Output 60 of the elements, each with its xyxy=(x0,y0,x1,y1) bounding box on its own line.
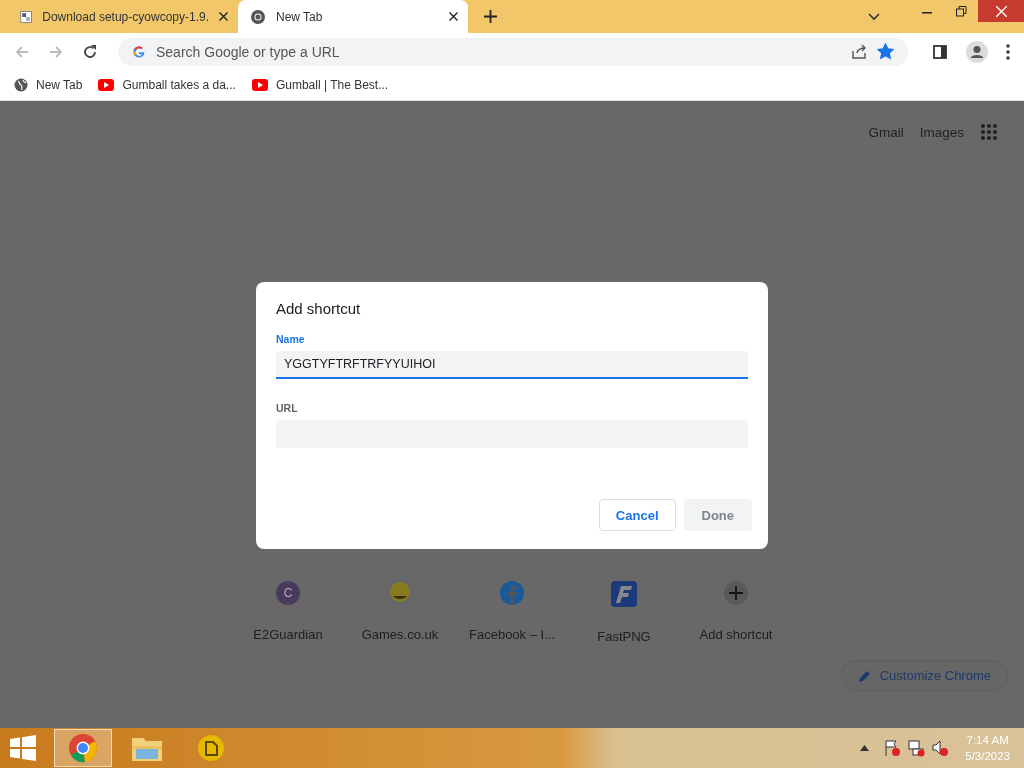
field-label: Name xyxy=(276,333,306,345)
page-icon xyxy=(20,8,33,25)
star-icon[interactable] xyxy=(877,43,894,60)
close-icon[interactable] xyxy=(219,12,228,21)
apps-grid-icon[interactable] xyxy=(980,123,998,141)
google-icon xyxy=(132,44,146,59)
bookmark-title: Gumball | The Best... xyxy=(275,78,389,92)
share-icon[interactable] xyxy=(851,43,867,60)
play-icon xyxy=(98,79,115,91)
close-window-button[interactable] xyxy=(978,0,1024,22)
dialog-button[interactable]: Cancel xyxy=(598,499,676,531)
shortcut-title: Add shortcut xyxy=(699,627,773,642)
shortcut-title: Games.co.uk xyxy=(361,627,439,642)
bookmark-item[interactable]: Gumball | The Best... xyxy=(251,78,389,92)
chrome-icon xyxy=(250,8,266,25)
bookmark-item[interactable]: Gumball takes a da... xyxy=(98,78,236,92)
menu-icon[interactable] xyxy=(1006,43,1010,60)
tab-title: Download setup-cyowcopy-1.9. xyxy=(42,9,209,24)
close-icon xyxy=(995,5,1007,17)
windows-logo-icon[interactable] xyxy=(10,735,36,761)
top-link[interactable]: Images xyxy=(919,124,964,140)
taskbar-app[interactable] xyxy=(54,729,112,767)
pencil-icon xyxy=(857,668,872,683)
tab-search-icon[interactable] xyxy=(868,12,880,21)
address-input[interactable]: Search Google or type a URL xyxy=(156,43,456,60)
clock-time: 7:14 AM xyxy=(966,733,1009,748)
clock-date: 5/3/2023 xyxy=(965,749,1010,764)
side-panel-icon[interactable] xyxy=(932,43,948,60)
address-bar[interactable]: Search Google or type a URL xyxy=(118,37,908,66)
shortcut-title: Facebook – I... xyxy=(469,627,555,642)
dialog-title: Add shortcut xyxy=(276,300,362,317)
app-icon xyxy=(197,734,225,762)
reload-icon[interactable] xyxy=(82,43,98,60)
flag-icon[interactable] xyxy=(883,739,902,757)
new-tab-icon[interactable] xyxy=(484,10,497,23)
chrome-icon xyxy=(68,733,98,763)
shortcut-tile[interactable]: Add shortcut xyxy=(680,573,792,644)
bookmark-item[interactable]: New Tab xyxy=(14,78,83,92)
letter-icon: C xyxy=(276,581,300,605)
bookmark-title: New Tab xyxy=(36,78,83,92)
shortcut-title: FastPNG xyxy=(597,629,651,644)
tab-title: New Tab xyxy=(276,9,324,24)
shortcut-tile[interactable]: C E2Guardian xyxy=(232,573,344,644)
speaker-icon[interactable] xyxy=(931,739,950,757)
shortcut-title: E2Guardian xyxy=(253,627,323,642)
input-field[interactable]: YGGTYFTRFTRFYYUIHOI xyxy=(276,351,748,379)
network-icon[interactable] xyxy=(907,739,926,757)
shortcut-tile[interactable]: Facebook – I... xyxy=(456,573,568,644)
tray-arrow-icon[interactable] xyxy=(860,745,870,751)
shortcut-tile[interactable]: FastPNG xyxy=(568,573,680,644)
bookmark-title: Gumball takes a da... xyxy=(122,78,236,92)
shortcut-tile[interactable]: Games.co.uk xyxy=(344,573,456,644)
close-icon[interactable] xyxy=(449,12,458,21)
field-label: URL xyxy=(276,402,299,414)
browser-tab[interactable]: Download setup-cyowcopy-1.9. xyxy=(8,0,238,33)
profile-icon[interactable] xyxy=(966,40,988,63)
browser-tab[interactable]: New Tab xyxy=(238,0,468,33)
globe-icon xyxy=(14,78,28,92)
top-link[interactable]: Gmail xyxy=(868,124,904,140)
play-icon xyxy=(251,79,268,91)
